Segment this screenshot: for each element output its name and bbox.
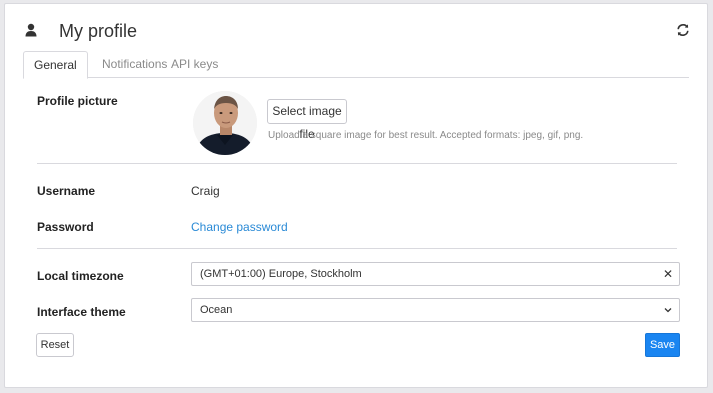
tab-api-keys[interactable]: API keys	[161, 51, 228, 78]
page-title: My profile	[59, 21, 138, 41]
tab-general[interactable]: General	[23, 51, 88, 79]
timezone-label: Local timezone	[37, 269, 124, 283]
profile-card: My profile General Notifications API key…	[4, 3, 708, 388]
divider	[37, 163, 677, 164]
user-icon	[25, 23, 37, 37]
avatar-image	[193, 91, 257, 155]
profile-picture-label: Profile picture	[37, 94, 118, 108]
select-image-button[interactable]: Select image file	[267, 99, 347, 141]
clear-icon[interactable]: ✕	[663, 263, 673, 285]
reset-button[interactable]: Reset	[36, 333, 74, 357]
change-password-link[interactable]: Change password	[191, 220, 288, 234]
theme-label: Interface theme	[37, 305, 126, 319]
upload-hint: Upload a square image for best result. A…	[268, 130, 584, 141]
page-header: My profile	[23, 20, 691, 44]
theme-value: Ocean	[200, 304, 233, 316]
theme-select[interactable]: Ocean	[191, 298, 680, 322]
username-value: Craig	[191, 184, 220, 198]
avatar	[193, 91, 257, 155]
username-label: Username	[37, 184, 96, 198]
chevron-down-icon	[664, 308, 672, 313]
timezone-value: (GMT+01:00) Europe, Stockholm	[200, 268, 362, 280]
password-label: Password	[37, 220, 94, 234]
refresh-icon[interactable]	[675, 22, 691, 38]
save-button[interactable]: Save	[645, 333, 680, 357]
timezone-select[interactable]: (GMT+01:00) Europe, Stockholm ✕	[191, 262, 680, 286]
tab-bar: General Notifications API keys	[23, 51, 689, 79]
divider	[37, 248, 677, 249]
